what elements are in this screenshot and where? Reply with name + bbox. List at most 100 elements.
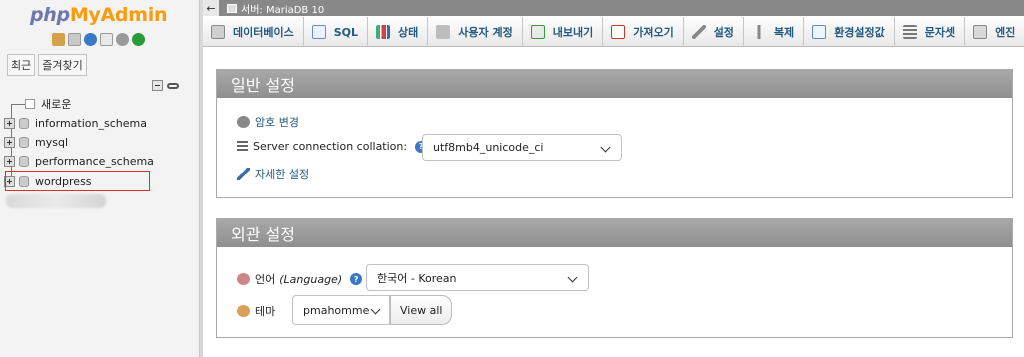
theme-icon — [237, 305, 250, 317]
general-settings-panel: 일반 설정 암호 변경 Server connection collation:… — [216, 69, 1013, 198]
logo-php: php — [30, 4, 70, 26]
wordpress-highlight-box — [5, 171, 150, 191]
new-database-icon — [25, 99, 35, 109]
theme-label: 테마 — [255, 305, 276, 318]
collation-select-value: utf8mb4_unicode_ci — [433, 141, 544, 154]
tab-charsets[interactable]: 문자셋 — [895, 17, 966, 47]
tab-label: 상태 — [398, 26, 419, 39]
database-icon — [19, 117, 29, 129]
appearance-settings-title: 외관 설정 — [217, 219, 1012, 247]
theme-row: 테마 — [237, 303, 275, 319]
tab-label: 데이터베이스 — [233, 26, 294, 39]
variables-icon — [812, 25, 827, 39]
language-select-value: 한국어 - Korean — [377, 271, 457, 285]
reload-icon[interactable] — [132, 33, 145, 46]
redacted-database-item — [6, 194, 106, 208]
tab-variables[interactable]: 환경설정값 — [804, 17, 895, 47]
database-name[interactable]: information_schema — [35, 117, 147, 130]
tree-item-information-schema[interactable]: information_schema — [4, 114, 147, 132]
sql-icon — [311, 25, 326, 39]
chevron-down-icon — [600, 142, 611, 153]
tab-label: SQL — [333, 25, 359, 39]
wrench-icon — [237, 168, 250, 180]
view-all-themes-button[interactable]: View all — [390, 295, 453, 325]
tab-replication[interactable]: 복제 — [744, 17, 805, 47]
help-icon[interactable] — [84, 33, 97, 46]
more-settings-link[interactable]: 자세한 설정 — [255, 166, 309, 182]
change-password-row[interactable]: 암호 변경 — [237, 114, 299, 130]
collation-row: Server connection collation: ? — [237, 140, 428, 153]
language-label: 언어 — [255, 273, 276, 286]
server-breadcrumb-bar: ← 서버: MariaDB 10 — [203, 0, 1024, 16]
recent-tab[interactable]: 최근 — [7, 54, 36, 76]
nav-tabs: 최근 즐겨찾기 — [7, 54, 87, 76]
main-content: 일반 설정 암호 변경 Server connection collation:… — [203, 47, 1024, 357]
settings-icon — [691, 25, 706, 39]
database-name[interactable]: mysql — [35, 136, 68, 149]
tab-import[interactable]: 가져오기 — [603, 17, 684, 47]
gear-icon[interactable] — [116, 33, 129, 46]
new-database-label: 새로운 — [41, 98, 72, 111]
more-settings-row[interactable]: 자세한 설정 — [237, 166, 309, 182]
tab-label: 엔진 — [995, 26, 1016, 39]
tree-item-mysql[interactable]: mysql — [4, 133, 68, 151]
status-icon — [376, 25, 391, 39]
server-icon — [227, 3, 237, 13]
link-with-main-icon[interactable] — [167, 82, 179, 89]
chevron-down-icon — [370, 304, 381, 315]
home-icon[interactable] — [52, 33, 65, 46]
users-icon — [436, 25, 451, 39]
tab-sql[interactable]: SQL — [304, 17, 369, 47]
tab-status[interactable]: 상태 — [368, 17, 429, 47]
theme-select-value: pmahomme — [303, 303, 370, 317]
expand-icon[interactable] — [4, 136, 15, 148]
tab-label: 사용자 계정 — [458, 26, 513, 39]
collapse-all-icon[interactable] — [152, 80, 163, 91]
tree-item-performance-schema[interactable]: performance_schema — [4, 152, 154, 170]
server-breadcrumb[interactable]: 서버: MariaDB 10 — [241, 1, 324, 16]
tab-export[interactable]: 내보내기 — [523, 17, 604, 47]
help-icon[interactable]: ? — [350, 273, 363, 285]
logo-my: My — [69, 4, 101, 26]
general-settings-title: 일반 설정 — [217, 70, 1012, 98]
expand-icon[interactable] — [4, 117, 15, 129]
database-name[interactable]: performance_schema — [35, 155, 154, 168]
documentation-icon[interactable] — [100, 33, 113, 46]
collation-label: Server connection collation: — [253, 140, 408, 153]
chevron-down-icon — [567, 272, 578, 283]
expand-icon[interactable] — [4, 155, 15, 167]
logo-admin: Admin — [100, 4, 168, 26]
tab-databases[interactable]: 데이터베이스 — [203, 17, 304, 47]
collation-select[interactable]: utf8mb4_unicode_ci — [422, 134, 622, 161]
export-icon — [530, 25, 545, 39]
tab-label: 가져오기 — [633, 26, 674, 39]
tab-settings[interactable]: 설정 — [684, 17, 744, 47]
tab-label: 설정 — [713, 26, 734, 39]
logout-icon[interactable] — [68, 33, 81, 46]
tab-label: 내보내기 — [552, 26, 594, 39]
charset-icon — [902, 25, 917, 39]
phpmyadmin-logo[interactable]: phpMyAdmin — [30, 4, 167, 26]
collation-icon — [237, 140, 248, 153]
tree-item-new[interactable]: 새로운 — [11, 95, 71, 113]
tab-label: 환경설정값 — [834, 26, 885, 39]
database-icon — [19, 155, 29, 167]
password-icon — [237, 116, 250, 128]
tab-engines[interactable]: 엔진 — [965, 17, 1024, 47]
tab-label: 복제 — [773, 26, 795, 39]
change-password-link[interactable]: 암호 변경 — [255, 114, 299, 130]
language-row: 언어 (Language) ? — [237, 271, 363, 287]
tab-user-accounts[interactable]: 사용자 계정 — [428, 17, 523, 47]
navigation-panel: phpMyAdmin 최근 즐겨찾기 새로운 information_schem… — [0, 0, 200, 357]
database-icon — [211, 25, 225, 39]
nav-icon-bar — [52, 33, 145, 46]
language-select[interactable]: 한국어 - Korean — [366, 264, 589, 291]
favorites-tab[interactable]: 즐겨찾기 — [38, 54, 87, 76]
nav-tools — [152, 80, 179, 91]
appearance-settings-panel: 외관 설정 언어 (Language) ? 한국어 - Korean 테마 pm… — [216, 218, 1013, 338]
import-icon — [611, 25, 626, 39]
back-arrow-icon[interactable]: ← — [203, 0, 219, 16]
theme-select[interactable]: pmahomme — [292, 295, 390, 325]
database-icon — [19, 136, 29, 148]
server-menu: 데이터베이스 SQL 상태 사용자 계정 내보내기 가져오기 설정 복제 환경설… — [203, 17, 1024, 47]
